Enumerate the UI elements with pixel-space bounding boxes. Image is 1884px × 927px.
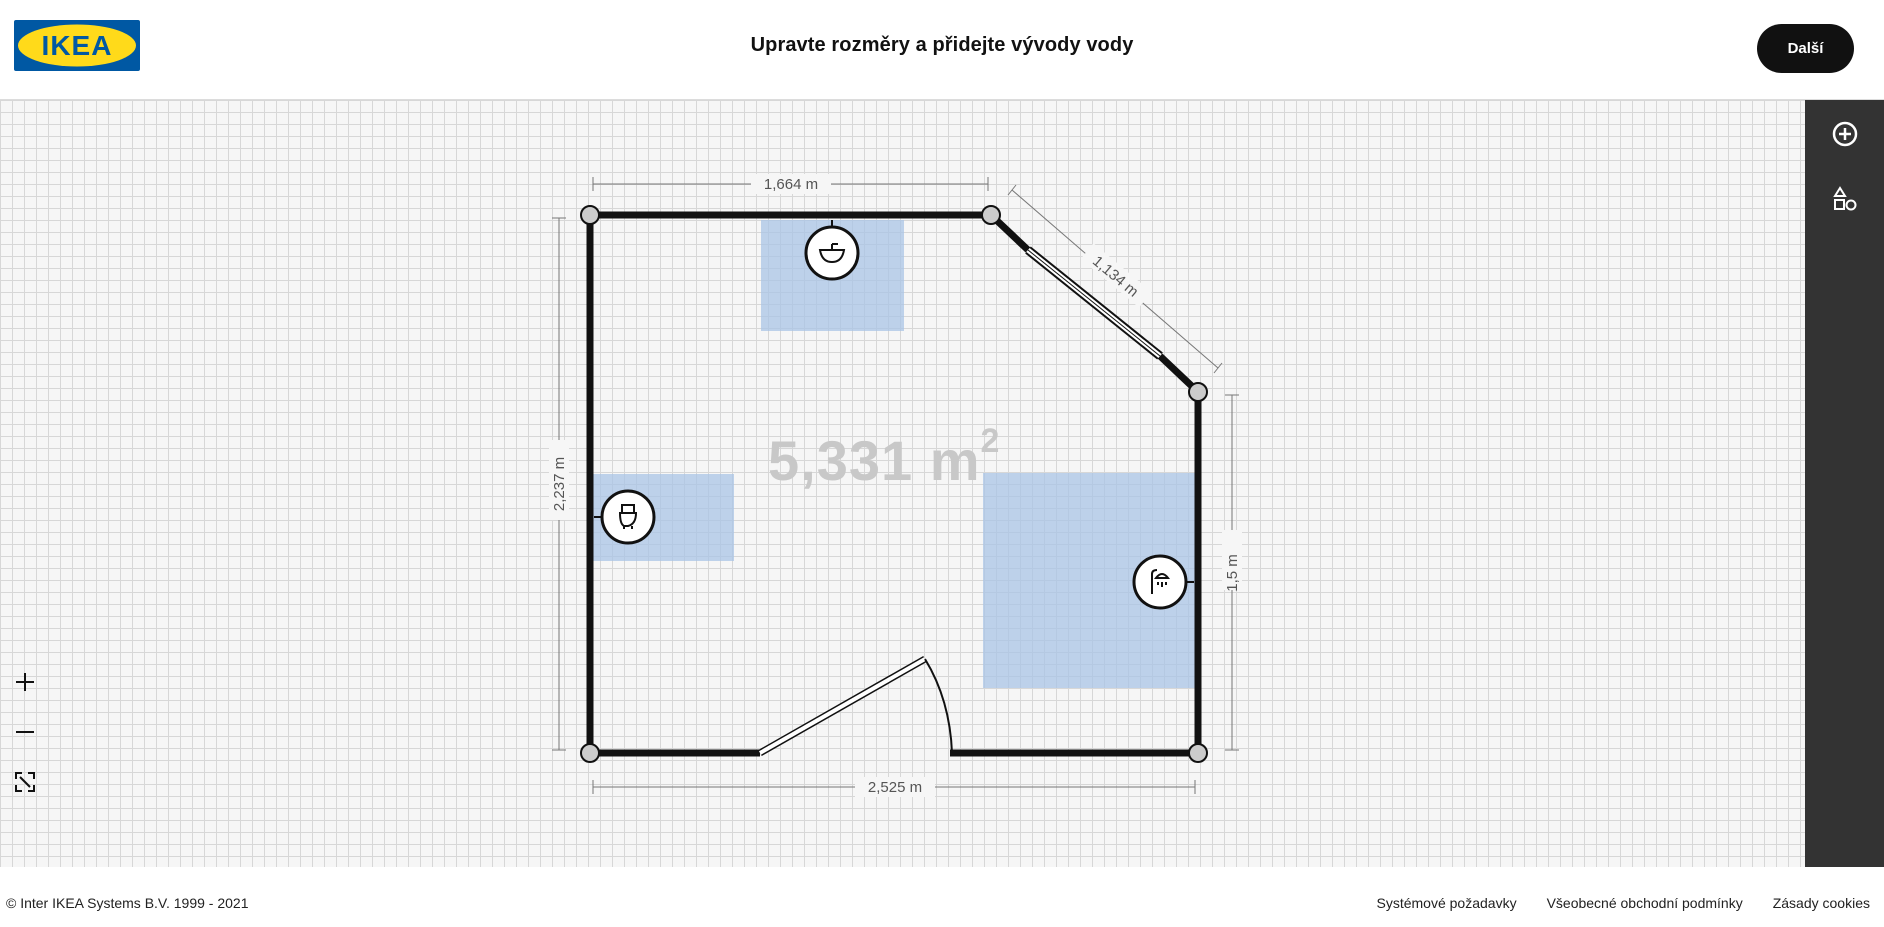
fit-screen-button[interactable] bbox=[10, 767, 40, 797]
footer: © Inter IKEA Systems B.V. 1999 - 2021 Sy… bbox=[0, 867, 1884, 927]
corner-node[interactable] bbox=[580, 205, 600, 225]
area-label: 5,331 m2 bbox=[768, 422, 1000, 493]
corner-node[interactable] bbox=[1188, 382, 1208, 402]
zoom-in-button[interactable] bbox=[10, 667, 40, 697]
shapes-icon bbox=[1833, 186, 1857, 211]
right-toolbar bbox=[1805, 100, 1884, 867]
next-button[interactable]: Další bbox=[1757, 24, 1854, 73]
corner-node[interactable] bbox=[981, 205, 1001, 225]
zoom-out-button[interactable] bbox=[10, 717, 40, 747]
footer-links: Systémové požadavky Všeobecné obchodní p… bbox=[1377, 895, 1871, 911]
area-unit: 2 bbox=[980, 422, 1001, 460]
zoom-in-icon bbox=[16, 673, 34, 691]
door[interactable] bbox=[758, 655, 953, 757]
link-terms[interactable]: Všeobecné obchodní podmínky bbox=[1547, 895, 1743, 911]
fit-screen-icon bbox=[15, 772, 35, 792]
corner-node[interactable] bbox=[1188, 743, 1208, 763]
dim-left-label: 2,237 m bbox=[551, 457, 568, 511]
link-system-requirements[interactable]: Systémové požadavky bbox=[1377, 895, 1517, 911]
add-item-button[interactable] bbox=[1825, 114, 1865, 154]
zoom-out-icon bbox=[16, 731, 34, 733]
floor-plan-canvas[interactable]: 1,664 m 2,525 m 2,237 m 1,5 m 1,134 m 5,… bbox=[0, 100, 1805, 867]
area-value: 5,331 m bbox=[768, 429, 981, 492]
dim-top-label: 1,664 m bbox=[764, 176, 818, 193]
page-title: Upravte rozměry a přidejte vývody vody bbox=[750, 34, 1134, 56]
copyright: © Inter IKEA Systems B.V. 1999 - 2021 bbox=[6, 895, 249, 911]
dim-bottom-label: 2,525 m bbox=[868, 779, 922, 796]
link-cookies[interactable]: Zásady cookies bbox=[1773, 895, 1870, 911]
shapes-button[interactable] bbox=[1825, 179, 1865, 219]
dim-right-label: 1,5 m bbox=[1224, 554, 1241, 592]
add-circle-icon bbox=[1832, 121, 1858, 147]
corner-node[interactable] bbox=[580, 743, 600, 763]
header: IKEA Upravte rozměry a přidejte vývody v… bbox=[0, 0, 1884, 100]
dim-diagonal-label: 1,134 m bbox=[1089, 253, 1141, 301]
